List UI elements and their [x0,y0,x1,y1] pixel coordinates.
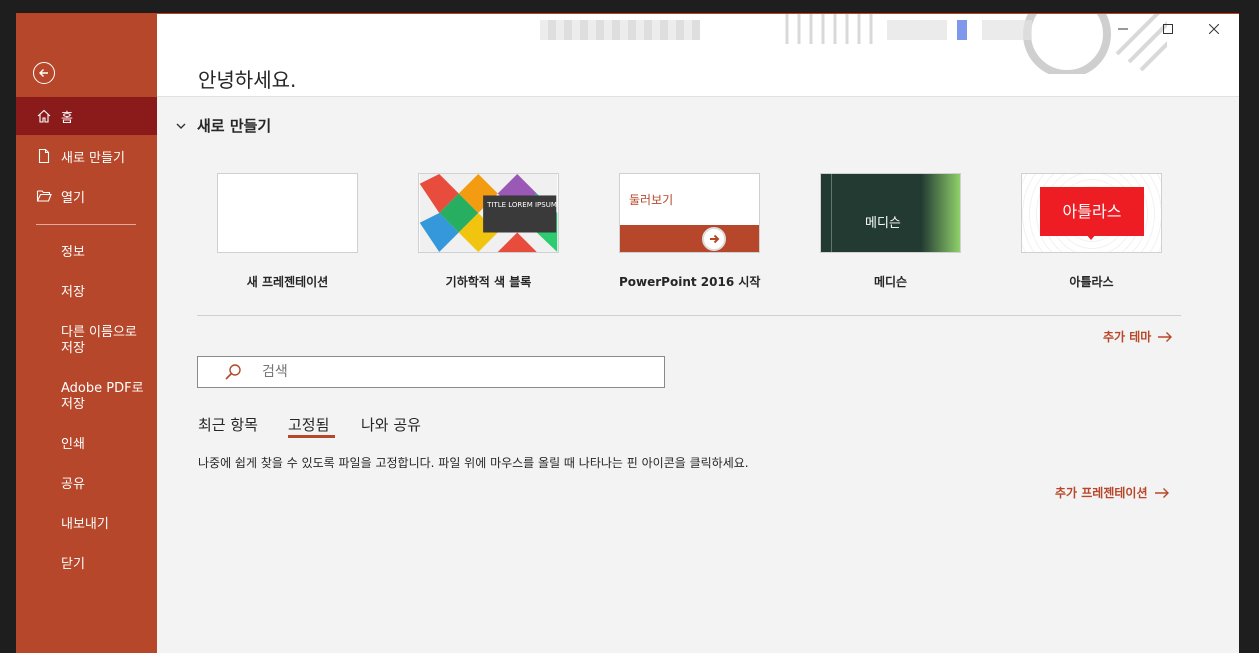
template-geometric[interactable]: TITLE LOREM IPSUM 기하학적 색 블록 [418,173,559,290]
template-thumb-line [831,174,832,252]
template-label: 메디슨 [873,275,908,289]
header: 안녕하세요. [157,14,1239,97]
template-thumb-band [620,225,759,252]
folder-open-icon [36,188,52,204]
sidebar-item-export[interactable]: 내보내기 [61,517,151,533]
chevron-down-icon [176,123,186,129]
sidebar-item-open[interactable]: 열기 [16,177,157,215]
template-thumbnail: 아틀라스 [1021,173,1162,253]
blurred-document-title [540,20,700,40]
maximize-icon [1163,24,1173,34]
sidebar-item-new[interactable]: 새로 만들기 [16,137,157,175]
new-document-icon [36,148,52,164]
template-thumb-text: TITLE LOREM IPSUM [487,201,557,209]
minimize-icon [1118,28,1128,30]
backstage-sidebar: 홈 새로 만들기 열기 정보 저장 다른 이름으로 저장 Adobe PDF로 … [16,14,157,653]
template-thumbnail: TITLE LOREM IPSUM [418,173,559,253]
sidebar-item-share[interactable]: 공유 [61,477,151,493]
backstage-main: 안녕하세요. 새로 만들기 새 프레젠테이션 TITLE LOREM IPSUM… [157,14,1239,653]
home-icon [36,108,52,124]
sidebar-item-print[interactable]: 인쇄 [61,437,151,453]
template-atlas[interactable]: 아틀라스 아틀라스 [1021,173,1162,290]
close-button[interactable] [1204,20,1224,38]
template-thumbnail [217,173,358,253]
sidebar-item-label: 새로 만들기 [61,150,125,166]
sidebar-item-info[interactable]: 정보 [61,245,151,261]
section-divider [197,315,1181,316]
sidebar-divider [36,224,136,225]
template-powerpoint-tour[interactable]: 둘러보기 PowerPoint 2016 시작 [619,173,760,290]
template-label: PowerPoint 2016 시작 [619,275,761,289]
new-section-toggle[interactable]: 새로 만들기 [175,115,271,136]
template-blank[interactable]: 새 프레젠테이션 [217,173,358,290]
tab-pinned[interactable]: 고정됨 [288,414,329,435]
template-thumbnail: 둘러보기 [619,173,760,253]
template-label: 아틀라스 [1069,275,1114,289]
template-thumb-pointer [1086,234,1096,240]
template-label: 기하학적 색 블록 [445,275,532,289]
maximize-button[interactable] [1158,20,1178,38]
more-presentations-label: 추가 프레젠테이션 [1055,486,1148,500]
more-presentations-link[interactable]: 추가 프레젠테이션 [1055,484,1170,501]
arrow-right-icon [702,227,726,251]
sidebar-item-label: 홈 [61,110,73,126]
search-box[interactable] [197,356,665,388]
tab-recent[interactable]: 최근 항목 [198,414,258,435]
sidebar-item-save-as[interactable]: 다른 이름으로 저장 [61,325,151,357]
backstage-window: 홈 새로 만들기 열기 정보 저장 다른 이름으로 저장 Adobe PDF로 … [16,13,1239,653]
sidebar-item-save-as-pdf[interactable]: Adobe PDF로 저장 [61,381,151,413]
sidebar-item-save[interactable]: 저장 [61,285,151,301]
back-arrow-icon [39,69,48,77]
tab-active-indicator [288,435,335,438]
template-label: 새 프레젠테이션 [246,275,329,289]
more-themes-link[interactable]: 추가 테마 [1103,328,1173,345]
search-icon [225,364,241,380]
header-decoration [785,14,1167,74]
sidebar-item-home[interactable]: 홈 [16,97,157,135]
back-button[interactable] [33,62,55,84]
minimize-button[interactable] [1113,20,1133,38]
tab-shared[interactable]: 나와 공유 [361,414,421,435]
sidebar-item-close[interactable]: 닫기 [61,557,151,573]
page-title: 안녕하세요. [198,68,297,92]
pinned-hint-text: 나중에 쉽게 찾을 수 있도록 파일을 고정합니다. 파일 위에 마우스를 올릴… [198,456,749,470]
template-thumb-text: 메디슨 [865,216,901,231]
close-icon [1209,24,1219,34]
template-thumb-text: 둘러보기 [629,193,674,207]
arrow-right-icon [1158,331,1173,342]
more-themes-label: 추가 테마 [1103,330,1152,344]
section-title: 새로 만들기 [197,117,272,135]
arrow-right-icon [1154,487,1169,498]
template-thumb-text: 아틀라스 [1062,202,1122,221]
sidebar-item-label: 열기 [61,190,85,206]
template-madison[interactable]: 메디슨 메디슨 [820,173,961,290]
search-input[interactable] [262,364,642,380]
template-thumbnail: 메디슨 [820,173,961,253]
